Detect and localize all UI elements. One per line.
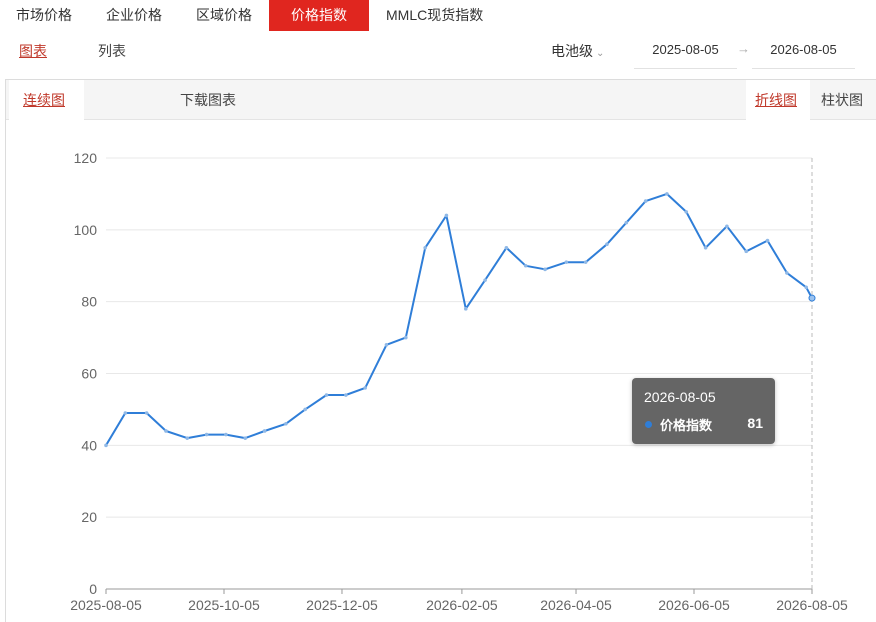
y-tick-label: 0	[89, 581, 97, 597]
data-point	[123, 411, 128, 415]
x-tick-label: 2025-08-05	[70, 597, 142, 613]
x-tick-label: 2026-02-05	[426, 597, 498, 613]
data-point	[404, 335, 408, 340]
data-point	[303, 407, 308, 412]
data-point	[284, 421, 288, 426]
data-point	[804, 285, 808, 290]
data-point	[624, 220, 629, 225]
data-point	[483, 278, 487, 282]
data-point	[684, 210, 689, 214]
x-tick-label: 2026-06-05	[658, 597, 730, 613]
data-point	[665, 192, 669, 196]
x-tick-label: 2026-08-05	[776, 597, 848, 613]
data-point	[384, 342, 389, 347]
data-point	[363, 386, 367, 390]
data-point	[605, 242, 609, 246]
tooltip-value: 81	[747, 415, 763, 431]
data-point	[523, 263, 528, 268]
data-point	[423, 245, 427, 250]
data-point	[808, 294, 816, 302]
x-tick-label: 2026-04-05	[540, 597, 612, 613]
x-tick-label: 2025-10-05	[188, 597, 260, 613]
data-point	[324, 393, 329, 397]
y-tick-label: 80	[81, 294, 97, 310]
data-point	[444, 213, 449, 218]
tooltip-series-name: 价格指数	[660, 418, 713, 433]
data-point	[543, 267, 547, 272]
data-point	[463, 307, 468, 311]
y-tick-label: 20	[81, 509, 97, 525]
data-point	[643, 199, 648, 203]
data-point	[224, 432, 228, 437]
y-tick-label: 40	[81, 437, 97, 453]
data-point	[185, 436, 190, 440]
data-point	[725, 224, 729, 229]
y-tick-label: 120	[74, 150, 98, 166]
x-tick-label: 2025-12-05	[306, 597, 378, 613]
price-index-line-chart: 0 20 40 60 80 100 120 2025-08-05 2025-10-05 2025-…	[70, 150, 848, 613]
data-point	[785, 271, 789, 275]
data-point	[744, 249, 749, 254]
data-point	[504, 245, 509, 250]
tooltip-date: 2026-08-05	[644, 389, 716, 405]
data-point	[164, 429, 168, 433]
y-tick-label: 100	[74, 222, 98, 238]
data-point	[765, 238, 770, 243]
data-point	[344, 393, 348, 397]
data-point	[703, 245, 708, 250]
series-marker-icon	[645, 421, 652, 428]
data-tooltip: 2026-08-05 价格指数 81	[632, 378, 775, 444]
y-tick-label: 60	[81, 366, 97, 382]
data-point	[144, 411, 149, 415]
data-point	[262, 429, 267, 433]
data-point	[104, 443, 108, 448]
data-point	[583, 260, 588, 264]
data-point	[564, 260, 569, 264]
data-point	[204, 432, 209, 437]
data-point	[243, 436, 248, 440]
